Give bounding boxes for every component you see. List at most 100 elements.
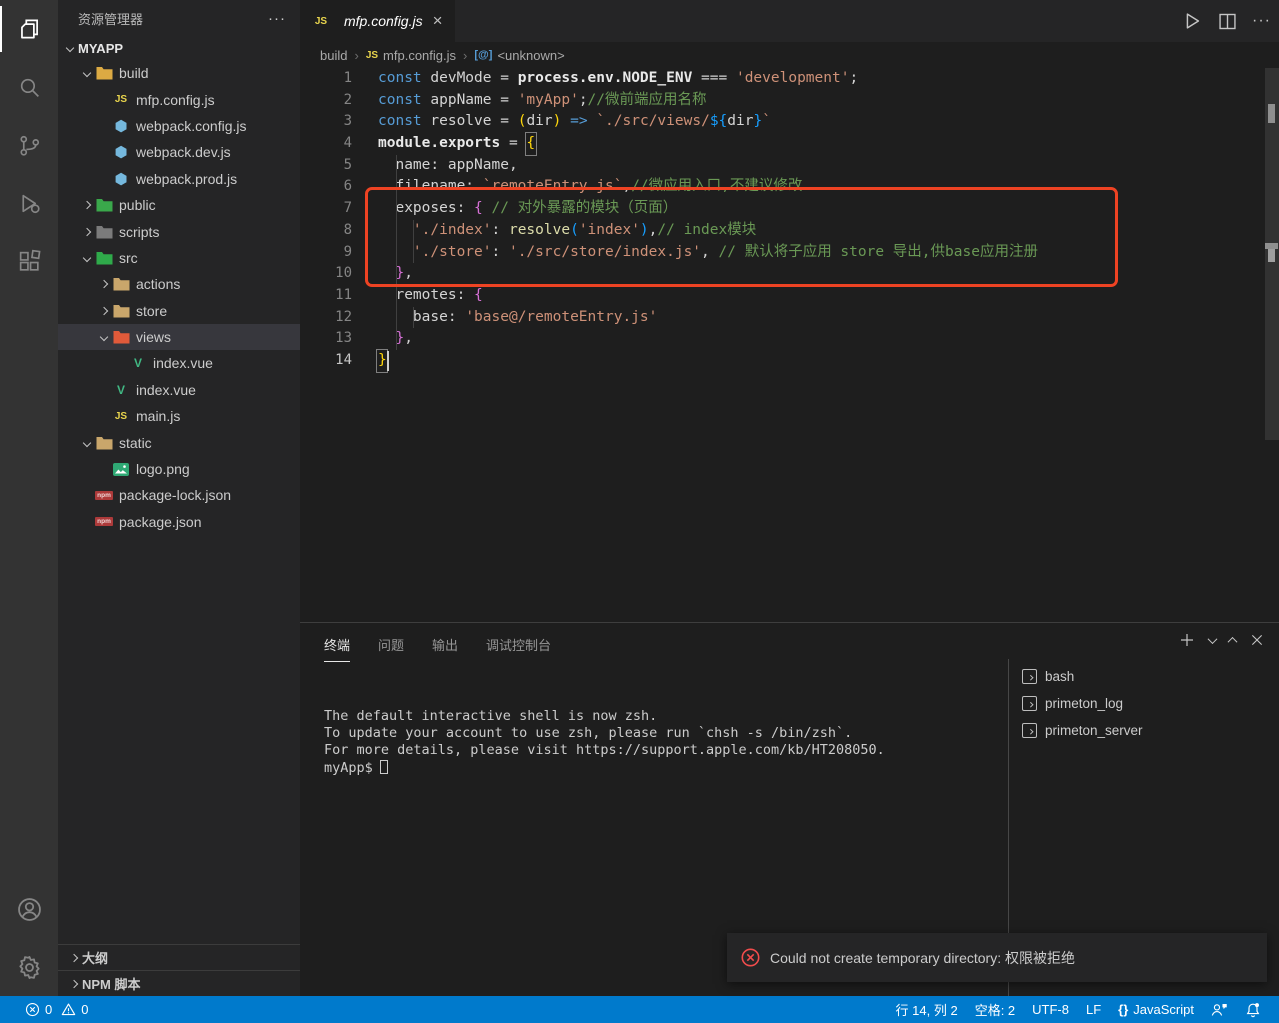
terminal-instance-bash[interactable]: bash — [1016, 663, 1279, 690]
braces-icon: {} — [1118, 1002, 1128, 1017]
tree-item-webpack.config.js[interactable]: ⬢webpack.config.js — [58, 113, 300, 139]
tree-item-webpack.prod.js[interactable]: ⬢webpack.prod.js — [58, 166, 300, 192]
panel-tab-1[interactable]: 问题 — [378, 629, 404, 662]
chevron-down-icon — [79, 65, 95, 81]
tree-item-label: webpack.dev.js — [136, 144, 231, 160]
blank-icon — [96, 171, 112, 187]
activity-explorer[interactable] — [0, 0, 58, 58]
code-token: remotes: — [378, 287, 474, 303]
error-notification-toast[interactable]: Could not create temporary directory: 权限… — [727, 933, 1267, 982]
code-token: 'base@/remoteEntry.js' — [465, 309, 657, 325]
terminal-instance-primeton_server[interactable]: primeton_server — [1016, 717, 1279, 744]
code-token: = — [492, 113, 518, 129]
tree-item-webpack.dev.js[interactable]: ⬢webpack.dev.js — [58, 139, 300, 165]
tab-close-icon[interactable]: × — [433, 11, 443, 31]
tree-item-build[interactable]: build — [58, 60, 300, 86]
activity-extensions[interactable] — [0, 232, 58, 290]
status-item-0[interactable]: 行 14, 列 2 — [896, 1000, 958, 1019]
project-root-row[interactable]: MYAPP — [58, 36, 300, 60]
code-line: 12 base: 'base@/remoteEntry.js' — [300, 307, 1279, 329]
run-button[interactable] — [1181, 10, 1203, 32]
tree-item-static[interactable]: static — [58, 429, 300, 455]
blank-icon — [96, 382, 112, 398]
terminal-output[interactable]: The default interactive shell is now zsh… — [324, 708, 885, 777]
tree-item-src[interactable]: src — [58, 245, 300, 271]
breadcrumb-item[interactable]: build — [320, 48, 347, 63]
indent-guide — [396, 155, 397, 350]
tree-item-store[interactable]: store — [58, 298, 300, 324]
line-number: 4 — [300, 133, 378, 155]
tree-item-mfp.config.js[interactable]: JSmfp.config.js — [58, 86, 300, 112]
close-panel-button[interactable] — [1249, 632, 1265, 648]
activity-account[interactable] — [0, 880, 58, 938]
tree-item-logo.png[interactable]: logo.png — [58, 456, 300, 482]
terminal-dropdown-button[interactable] — [1209, 637, 1216, 644]
activity-source-control[interactable] — [0, 116, 58, 174]
code-token: name: appName, — [378, 157, 518, 173]
notifications-bell-button[interactable] — [1245, 1002, 1261, 1018]
settings-icon — [16, 954, 43, 981]
code-token: : — [492, 222, 509, 238]
tree-item-scripts[interactable]: scripts — [58, 218, 300, 244]
feedback-person-icon — [1211, 1002, 1228, 1017]
sidebar-bottom-sections: 大纲NPM 脚本 — [58, 944, 300, 996]
tree-item-public[interactable]: public — [58, 192, 300, 218]
tree-item-actions[interactable]: actions — [58, 271, 300, 297]
activity-bar — [0, 0, 58, 996]
text-cursor — [387, 351, 389, 372]
code-line: 13 }, — [300, 328, 1279, 350]
folder-src-icon — [95, 250, 113, 266]
js-file-icon: JS — [366, 50, 378, 61]
new-terminal-button[interactable] — [1178, 631, 1196, 649]
code-token: base: — [378, 309, 465, 325]
panel-tab-3[interactable]: 调试控制台 — [486, 629, 551, 662]
tree-item-index.vue[interactable]: Vindex.vue — [58, 377, 300, 403]
account-icon — [16, 896, 43, 923]
split-editor-button[interactable] — [1217, 11, 1238, 32]
code-token: , — [404, 330, 413, 346]
status-bar: 0 0 行 14, 列 2 空格: 2 UTF-8 LF {}JavaScript — [0, 996, 1279, 1023]
more-actions-button[interactable]: ··· — [1252, 12, 1271, 30]
section-outline[interactable]: 大纲 — [58, 944, 300, 970]
panel-tab-2[interactable]: 输出 — [432, 629, 458, 662]
panel-tab-0[interactable]: 终端 — [324, 629, 350, 662]
sidebar-more-actions[interactable]: ··· — [268, 10, 286, 27]
activity-search[interactable] — [0, 58, 58, 116]
tree-item-index.vue[interactable]: Vindex.vue — [58, 350, 300, 376]
maximize-panel-button[interactable] — [1229, 637, 1236, 644]
activity-run-debug[interactable] — [0, 174, 58, 232]
npm-icon: npm — [95, 487, 113, 503]
code-token: = — [492, 92, 518, 108]
chevron-down-icon — [1208, 634, 1218, 644]
section-npm-scripts[interactable]: NPM 脚本 — [58, 970, 300, 996]
breadcrumb-item[interactable]: JSmfp.config.js — [366, 48, 456, 63]
code-line: 6 filename: `remoteEntry.js`,//微应用入口,不建议… — [300, 176, 1279, 198]
feedback-button[interactable] — [1211, 1002, 1228, 1017]
code-token: dir — [727, 113, 753, 129]
terminal-prompt: myApp$ — [324, 760, 885, 777]
problems-status[interactable]: 0 0 — [0, 1002, 88, 1017]
tree-item-package.json[interactable]: npmpackage.json — [58, 509, 300, 535]
code-token: // 对外暴露的模块（页面） — [492, 200, 678, 216]
code-token: filename: — [378, 178, 483, 194]
code-token: ; — [579, 92, 588, 108]
terminal-instance-primeton_log[interactable]: primeton_log — [1016, 690, 1279, 717]
tree-item-main.js[interactable]: JSmain.js — [58, 403, 300, 429]
tab-mfp-config[interactable]: JS mfp.config.js × — [300, 0, 455, 42]
status-item-4[interactable]: {}JavaScript — [1118, 1002, 1194, 1017]
tree-item-package-lock.json[interactable]: npmpackage-lock.json — [58, 482, 300, 508]
tree-item-views[interactable]: views — [58, 324, 300, 350]
code-token: process.env.NODE_ENV — [518, 70, 693, 86]
code-token: appName — [430, 92, 491, 108]
breadcrumb-item[interactable]: [@]<unknown> — [474, 48, 564, 63]
status-item-2[interactable]: UTF-8 — [1032, 1002, 1069, 1017]
activity-settings[interactable] — [0, 938, 58, 996]
status-item-1[interactable]: 空格: 2 — [975, 1000, 1015, 1019]
status-item-3[interactable]: LF — [1086, 1002, 1101, 1017]
blank-icon — [96, 92, 112, 108]
chevron-up-icon — [1228, 636, 1238, 646]
code-editor[interactable]: 1const devMode = process.env.NODE_ENV ==… — [300, 68, 1279, 622]
code-text: exposes: { // 对外暴露的模块（页面） — [378, 198, 677, 220]
code-line: 5 name: appName, — [300, 155, 1279, 177]
run-icon — [1181, 10, 1203, 32]
